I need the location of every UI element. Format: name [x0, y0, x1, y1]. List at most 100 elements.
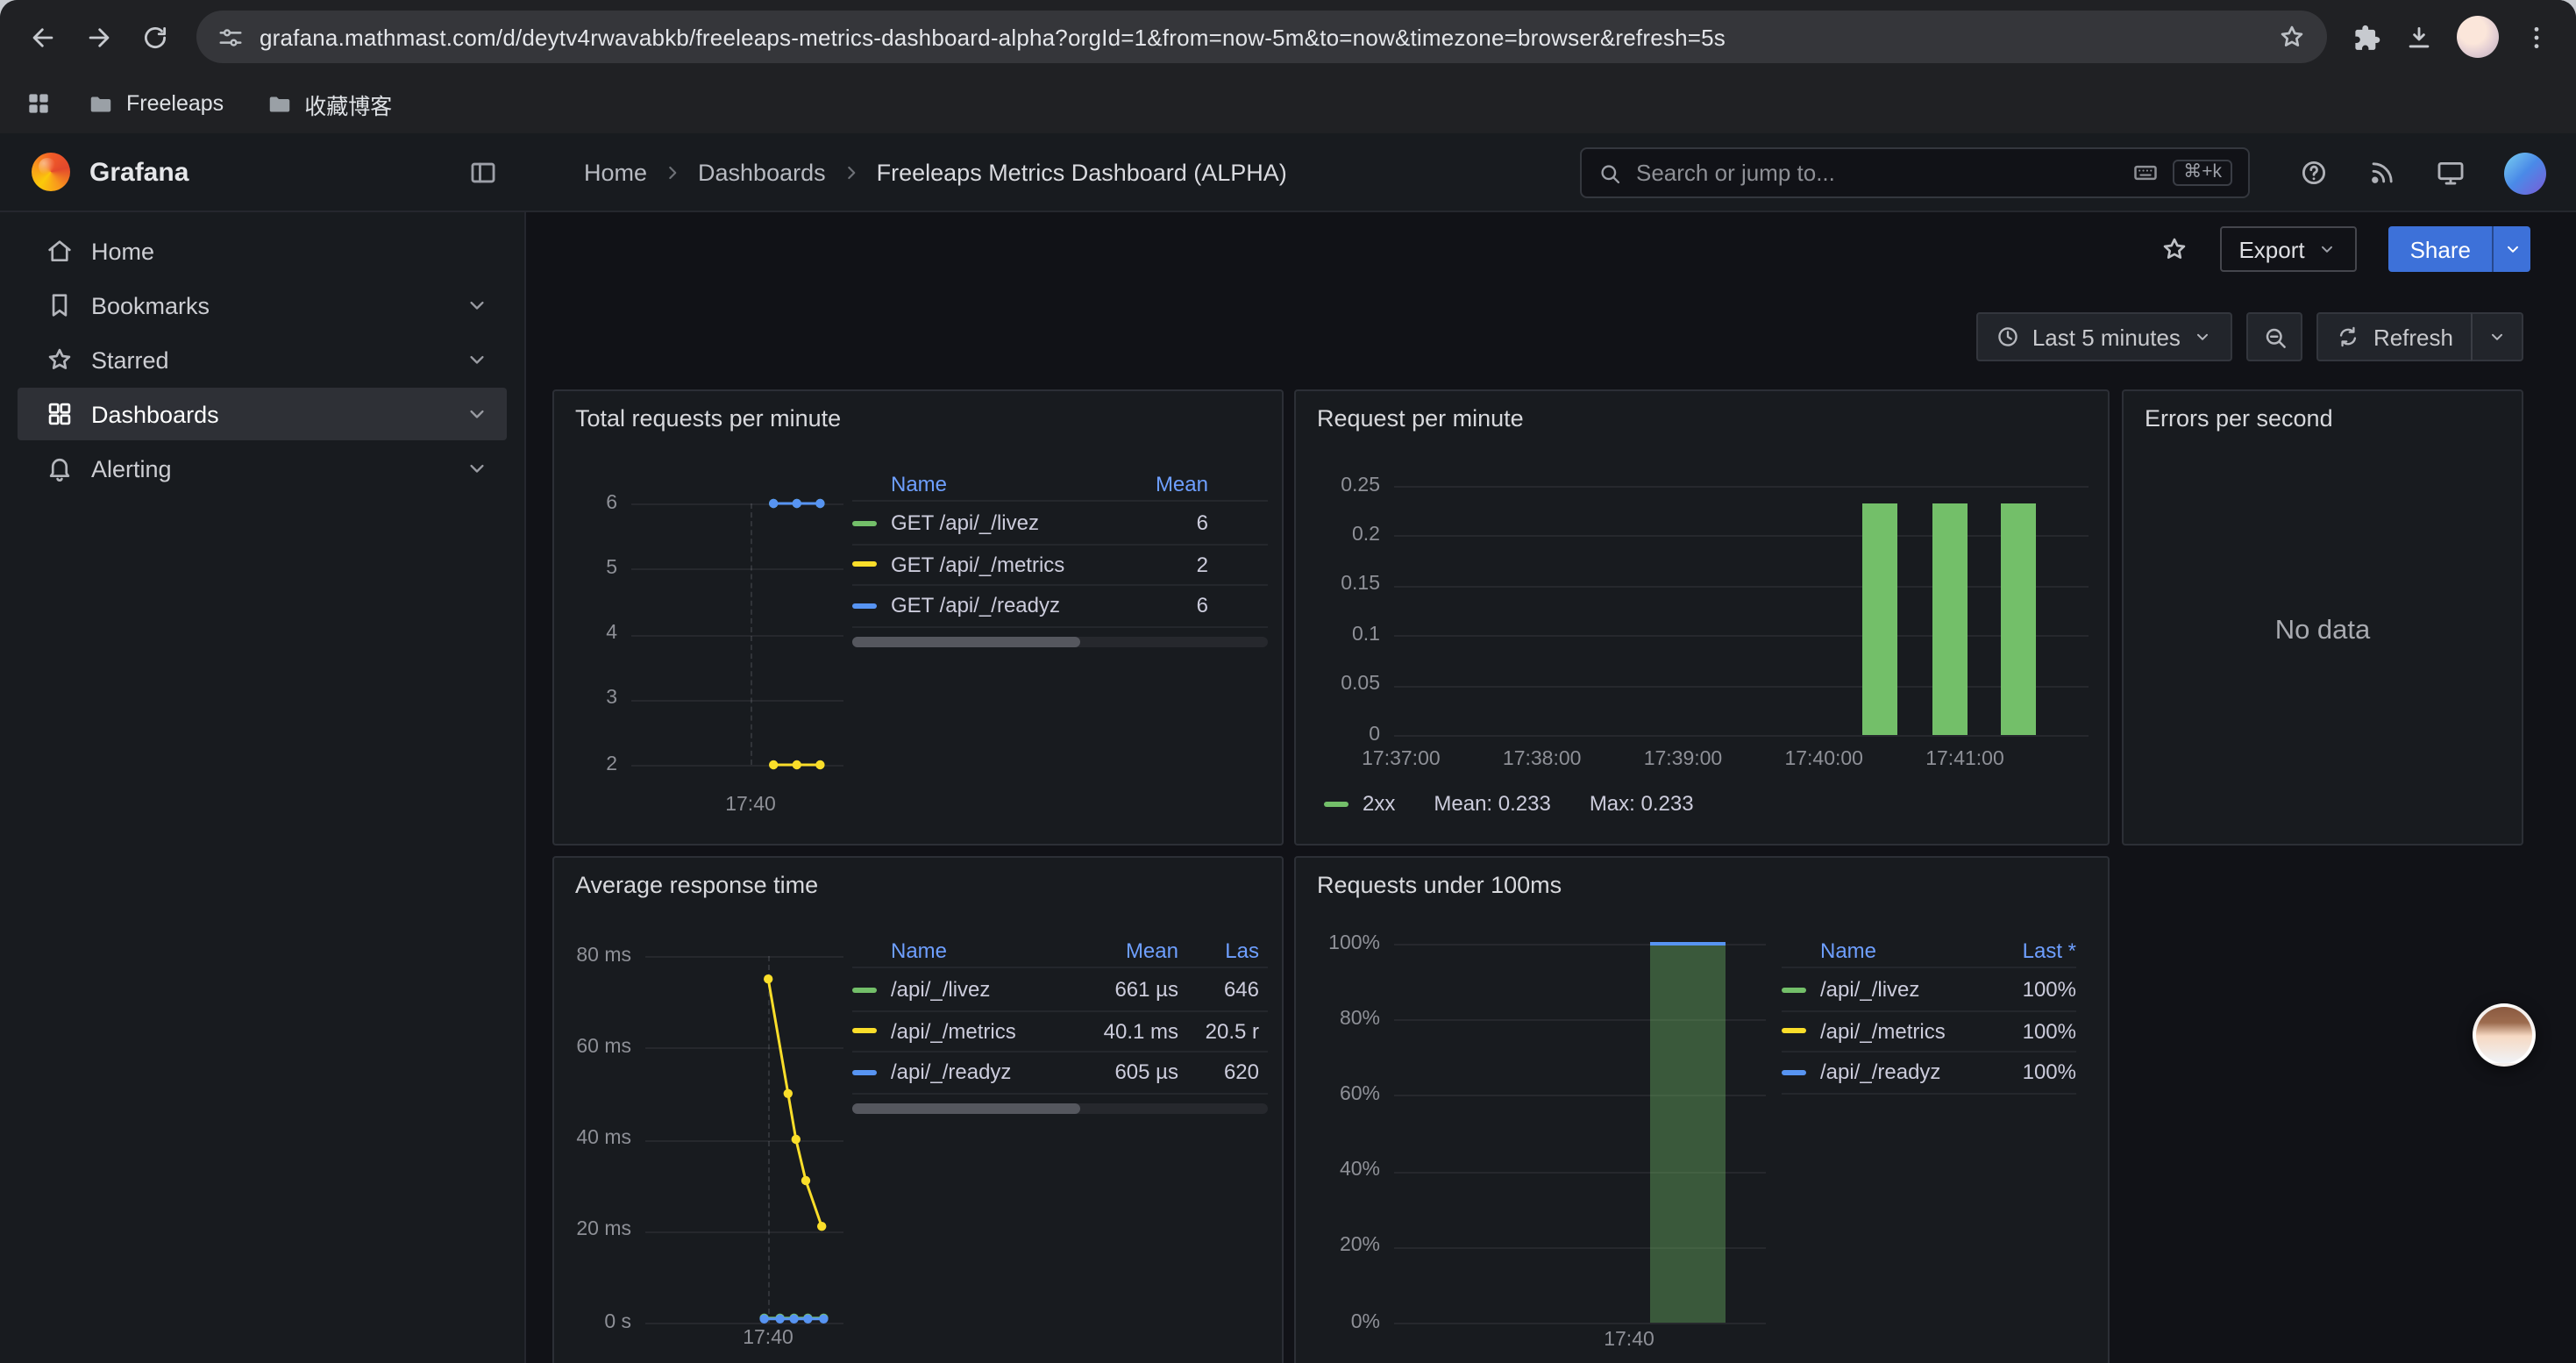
legend-scrollbar-thumb[interactable]	[852, 1103, 1081, 1114]
extensions-icon[interactable]	[2352, 22, 2381, 52]
legend-series-name[interactable]: /api/_/livez	[891, 978, 990, 1003]
legend-scrollbar-thumb[interactable]	[852, 637, 1081, 647]
share-label: Share	[2410, 236, 2471, 262]
breadcrumb-item[interactable]: Freeleaps Metrics Dashboard (ALPHA)	[877, 159, 1287, 185]
sidebar-item-starred[interactable]: Starred	[18, 333, 507, 386]
browser-menu-icon[interactable]	[2522, 22, 2551, 52]
panel-title[interactable]: Errors per second	[2145, 405, 2333, 432]
legend-series-name[interactable]: GET /api/_/readyz	[891, 594, 1060, 618]
legend-value: 646	[1178, 978, 1259, 1003]
y-axis-tick: 0.25	[1296, 475, 1380, 496]
floating-avatar[interactable]	[2473, 1003, 2536, 1067]
y-axis-tick: 60 ms	[554, 1037, 631, 1058]
clock-icon	[1996, 325, 2020, 349]
grafana-logo-icon[interactable]	[32, 153, 70, 191]
sidebar-item-alerting[interactable]: Alerting	[18, 442, 507, 495]
y-axis-tick: 0	[1296, 724, 1380, 745]
share-dropdown[interactable]	[2492, 226, 2530, 272]
legend-column-header[interactable]: Mean	[1092, 472, 1208, 496]
share-button[interactable]: Share	[2389, 226, 2492, 272]
bookmark-items: Freeleaps 收藏博客	[88, 87, 392, 120]
legend-series-name[interactable]: /api/_/readyz	[891, 1060, 1011, 1085]
sidebar-toggle-icon[interactable]	[468, 157, 498, 187]
sidebar-item-dashboards[interactable]: Dashboards	[18, 388, 507, 440]
legend-header: NameMean	[852, 468, 1268, 502]
browser-profile-avatar[interactable]	[2457, 16, 2499, 58]
sidebar-item-home[interactable]: Home	[18, 225, 507, 277]
refresh-interval-dropdown[interactable]	[2471, 312, 2523, 361]
bar	[2002, 503, 2037, 735]
help-icon[interactable]	[2299, 158, 2329, 188]
x-axis-tick: 17:37:00	[1345, 749, 1457, 770]
favorite-star-icon[interactable]	[2160, 235, 2188, 263]
monitor-icon[interactable]	[2436, 158, 2466, 188]
legend-series-name[interactable]: GET /api/_/metrics	[891, 553, 1064, 577]
downloads-icon[interactable]	[2404, 22, 2434, 52]
legend-row: /api/_/livez 661 µs646	[852, 970, 1268, 1011]
news-icon[interactable]	[2367, 158, 2397, 188]
breadcrumb-item[interactable]: Home	[584, 159, 647, 185]
sidebar-item-bookmarks[interactable]: Bookmarks	[18, 279, 507, 332]
legend-series-name[interactable]: GET /api/_/livez	[891, 511, 1039, 536]
legend-series-name[interactable]: /api/_/metrics	[891, 1019, 1016, 1044]
zoom-out-button[interactable]	[2247, 312, 2303, 361]
chevron-right-icon	[661, 161, 684, 183]
legend-mean: Mean: 0.233	[1434, 791, 1550, 816]
legend-row: /api/_/livez100%	[1782, 970, 2076, 1011]
search-icon	[1598, 161, 1622, 185]
panel-request-per-minute: Request per minute 0.250.20.150.10.05017…	[1294, 389, 2110, 846]
panel-title[interactable]: Average response time	[575, 872, 818, 898]
legend-column-header[interactable]: Mean	[1077, 938, 1178, 963]
bookmark-item[interactable]: Freeleaps	[88, 90, 224, 117]
legend-name-cell: /api/_/livez	[852, 978, 1077, 1003]
refresh-button[interactable]: Refresh	[2317, 312, 2473, 361]
y-axis-tick: 0 s	[554, 1311, 631, 1332]
legend-column-header[interactable]: Name	[852, 472, 1092, 496]
dashboard-content: Last 5 minutes Refresh Total requests pe…	[526, 286, 2576, 1363]
breadcrumb-item[interactable]: Dashboards	[698, 159, 826, 185]
legend-series-name[interactable]: /api/_/readyz	[1820, 1060, 1940, 1085]
reload-button[interactable]	[130, 12, 179, 61]
bar	[1650, 944, 1726, 1323]
user-avatar[interactable]	[2504, 152, 2546, 194]
panel-title[interactable]: Total requests per minute	[575, 405, 841, 432]
url-text[interactable]: grafana.mathmast.com/d/deytv4rwavabkb/fr…	[260, 24, 2262, 50]
export-button[interactable]: Export	[2219, 226, 2357, 272]
bar-cap	[1650, 942, 1726, 946]
legend-column-header[interactable]: Last *	[1983, 938, 2076, 963]
search-box[interactable]: ⌘+k	[1580, 147, 2250, 198]
back-button[interactable]	[18, 12, 67, 61]
forward-button[interactable]	[74, 12, 123, 61]
legend-stats: 2xx Mean: 0.233 Max: 0.233	[1324, 791, 1694, 816]
legend-series-name[interactable]: /api/_/metrics	[1820, 1019, 1946, 1044]
brand-area: Grafana	[0, 153, 526, 191]
chevron-down-icon[interactable]	[465, 402, 489, 426]
y-axis-tick: 60%	[1296, 1084, 1380, 1105]
time-range-picker[interactable]: Last 5 minutes	[1976, 312, 2233, 361]
series-color-dash	[1782, 1070, 1806, 1075]
legend-column-header[interactable]: Name	[852, 938, 1077, 963]
legend-column-header[interactable]: Las	[1178, 938, 1259, 963]
panel-title[interactable]: Requests under 100ms	[1317, 872, 1562, 898]
legend-max: Max: 0.233	[1590, 791, 1694, 816]
gridline	[1394, 685, 2089, 687]
chevron-down-icon[interactable]	[465, 293, 489, 318]
search-input[interactable]	[1636, 160, 2118, 186]
bookmark-item[interactable]: 收藏博客	[266, 87, 392, 120]
panel-average-response-time: Average response time 80 ms60 ms40 ms20 …	[552, 856, 1284, 1363]
legend-column-header[interactable]: Name	[1782, 938, 1983, 963]
site-settings-icon[interactable]	[217, 24, 244, 50]
panel-title[interactable]: Request per minute	[1317, 405, 1524, 432]
url-bar[interactable]: grafana.mathmast.com/d/deytv4rwavabkb/fr…	[196, 11, 2327, 63]
chevron-down-icon[interactable]	[465, 347, 489, 372]
apps-grid-icon[interactable]	[25, 89, 53, 118]
chevron-down-icon[interactable]	[465, 456, 489, 481]
legend-series-name[interactable]: /api/_/livez	[1820, 978, 1919, 1003]
reload-icon	[139, 22, 169, 52]
bookmark-star-icon[interactable]	[2278, 23, 2306, 51]
x-axis-tick: 17:40:00	[1768, 749, 1880, 770]
refresh-icon	[2337, 325, 2361, 349]
y-axis-tick: 2	[554, 753, 617, 774]
legend-series-name[interactable]: 2xx	[1363, 791, 1395, 816]
legend-value: 661 µs	[1077, 978, 1178, 1003]
